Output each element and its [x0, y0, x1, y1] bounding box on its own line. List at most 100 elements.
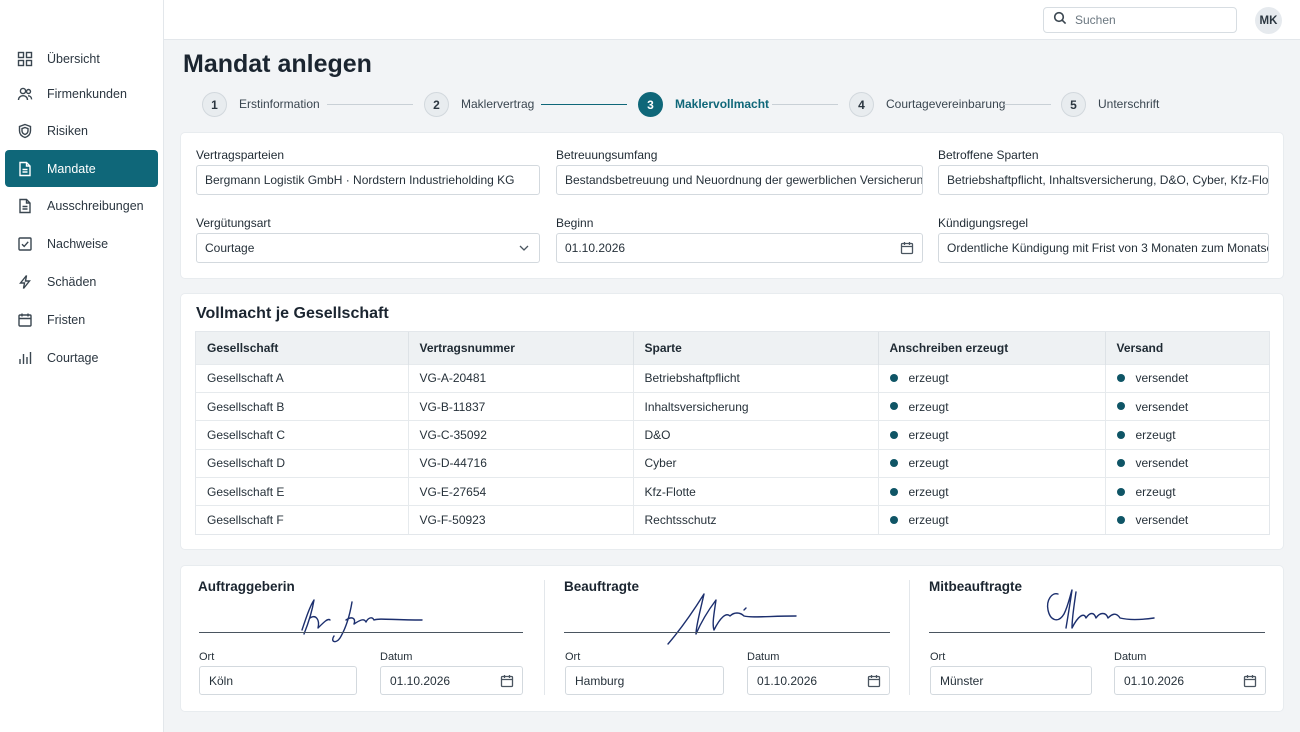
sparte-cell: Cyber — [633, 448, 879, 478]
vertragsnummer-cell: VG-E-27654 — [408, 477, 634, 506]
column-header[interactable]: Vertragsnummer — [408, 332, 634, 364]
calendar-icon[interactable] — [500, 674, 514, 688]
anschreiben-cell: erzeugt — [878, 505, 1106, 535]
table-row[interactable]: Gesellschaft A VG-A-20481 Betriebshaftpf… — [196, 363, 1269, 393]
sparte-cell: Kfz-Flotte — [633, 477, 879, 506]
datum-field-beauftragte[interactable]: 01.10.2026 — [747, 666, 890, 695]
datum-label: Datum — [747, 651, 780, 663]
sidebar-item-label: Firmenkunden — [47, 86, 127, 101]
sidebar-item-label: Fristen — [47, 312, 86, 327]
step-5-label[interactable]: Unterschrift — [1098, 97, 1159, 111]
sidebar-item-fristen[interactable]: Fristen — [5, 301, 158, 338]
status-text: erzeugt — [908, 371, 949, 386]
shield-icon — [17, 123, 33, 139]
kuendigungsregel-field[interactable]: Ordentliche Kündigung mit Frist von 3 Mo… — [938, 233, 1269, 263]
signature-line — [929, 632, 1265, 633]
step-2-circle[interactable]: 2 — [424, 92, 449, 117]
status-text: versendet — [1135, 371, 1189, 386]
step-connector — [1004, 104, 1051, 105]
gesellschaft-cell: Gesellschaft D — [196, 448, 409, 478]
beginn-date-field[interactable]: 01.10.2026 — [556, 233, 923, 263]
status-text: erzeugt — [908, 456, 949, 471]
signature-beauftragte — [667, 593, 797, 645]
table-row[interactable]: Gesellschaft B VG-B-11837 Inhaltsversich… — [196, 391, 1269, 421]
status-text: erzeugt — [1135, 484, 1176, 499]
anschreiben-cell: erzeugt — [878, 448, 1106, 478]
avatar[interactable]: MK — [1255, 7, 1282, 34]
step-3-circle[interactable]: 3 — [638, 92, 663, 117]
calendar-icon — [17, 312, 33, 328]
sidebar-item-label: Ausschreibungen — [47, 198, 144, 213]
page-title: Mandat anlegen — [183, 50, 372, 78]
table-row[interactable]: Gesellschaft F VG-F-50923 Rechtsschutz e… — [196, 505, 1269, 535]
calendar-icon[interactable] — [900, 241, 914, 255]
vertragsparteien-field[interactable]: Bergmann Logistik GmbH · Nordstern Indus… — [196, 165, 540, 195]
sparten-label: Betroffene Sparten — [938, 148, 1039, 162]
step-1-label[interactable]: Erstinformation — [239, 97, 320, 111]
ort-field-mitbeauftragte[interactable]: Münster — [930, 666, 1092, 695]
betreuungsumfang-label: Betreuungsumfang — [556, 148, 658, 162]
grid-icon — [17, 51, 33, 67]
table-row[interactable]: Gesellschaft E VG-E-27654 Kfz-Flotte erz… — [196, 477, 1269, 506]
gesellschaft-cell: Gesellschaft C — [196, 420, 409, 450]
search-box[interactable] — [1043, 7, 1237, 33]
step-connector — [772, 104, 838, 105]
step-5-circle[interactable]: 5 — [1061, 92, 1086, 117]
verguetungsart-label: Vergütungsart — [196, 216, 271, 230]
sparte-cell: Inhaltsversicherung — [633, 391, 879, 421]
column-header[interactable]: Sparte — [633, 332, 879, 364]
vertragsnummer-cell: VG-B-11837 — [408, 391, 634, 421]
gesellschaft-cell: Gesellschaft E — [196, 477, 409, 506]
status-dot-icon — [1116, 402, 1125, 411]
status-text: erzeugt — [908, 399, 949, 414]
step-3-label[interactable]: Maklervollmacht — [675, 97, 769, 111]
table-row[interactable]: Gesellschaft D VG-D-44716 Cyber erzeugt … — [196, 448, 1269, 478]
step-4-circle[interactable]: 4 — [849, 92, 874, 117]
step-connector — [541, 104, 627, 105]
step-1-circle[interactable]: 1 — [202, 92, 227, 117]
versand-cell: versendet — [1105, 363, 1269, 393]
calendar-icon[interactable] — [867, 674, 881, 688]
signature-divider — [544, 580, 545, 695]
document-icon — [17, 198, 33, 214]
status-text: erzeugt — [908, 513, 949, 528]
versand-cell: versendet — [1105, 391, 1269, 421]
vollmacht-table: Gesellschaft Vertragsnummer Sparte Ansch… — [196, 332, 1269, 535]
step-4-label[interactable]: Courtagevereinbarung — [886, 97, 1005, 111]
column-header[interactable]: Versand — [1105, 332, 1269, 364]
verguetungsart-select[interactable]: Courtage — [196, 233, 540, 263]
status-dot-icon — [889, 430, 898, 439]
anschreiben-cell: erzeugt — [878, 363, 1106, 393]
betreuungsumfang-field[interactable]: Bestandsbetreuung und Neuordnung der gew… — [556, 165, 923, 195]
sidebar-item-firmenkunden[interactable]: Firmenkunden — [5, 75, 158, 112]
ort-field-beauftragte[interactable]: Hamburg — [565, 666, 724, 695]
calendar-icon[interactable] — [1243, 674, 1257, 688]
datum-field-auftraggeberin[interactable]: 01.10.2026 — [380, 666, 523, 695]
chevron-down-icon[interactable] — [517, 241, 531, 255]
sidebar-item-courtage[interactable]: Courtage — [5, 339, 158, 376]
status-dot-icon — [889, 374, 898, 383]
sidebar-item-mandate[interactable]: Mandate — [5, 150, 158, 187]
sparte-cell: Betriebshaftpflicht — [633, 363, 879, 393]
sidebar-item-nachweise[interactable]: Nachweise — [5, 225, 158, 262]
versand-cell: versendet — [1105, 448, 1269, 478]
sidebar-item-label: Mandate — [47, 161, 96, 176]
sidebar-item-uebersicht[interactable]: Übersicht — [5, 40, 158, 77]
status-text: erzeugt — [908, 484, 949, 499]
step-connector — [327, 104, 413, 105]
sidebar-item-risiken[interactable]: Risiken — [5, 112, 158, 149]
step-2-label[interactable]: Maklervertrag — [461, 97, 534, 111]
status-dot-icon — [1116, 459, 1125, 468]
column-header[interactable]: Anschreiben erzeugt — [878, 332, 1106, 364]
anschreiben-cell: erzeugt — [878, 420, 1106, 450]
ort-field-auftraggeberin[interactable]: Köln — [199, 666, 357, 695]
vollmacht-title: Vollmacht je Gesellschaft — [196, 305, 389, 322]
sidebar-item-label: Übersicht — [47, 51, 100, 66]
sidebar-item-ausschreibungen[interactable]: Ausschreibungen — [5, 187, 158, 224]
column-header[interactable]: Gesellschaft — [196, 332, 409, 364]
datum-field-mitbeauftragte[interactable]: 01.10.2026 — [1114, 666, 1266, 695]
sidebar-item-schaeden[interactable]: Schäden — [5, 263, 158, 300]
search-input[interactable] — [1075, 13, 1225, 27]
sparten-field[interactable]: Betriebshaftpflicht, Inhaltsversicherung… — [938, 165, 1269, 195]
table-row[interactable]: Gesellschaft C VG-C-35092 D&O erzeugt er… — [196, 420, 1269, 450]
